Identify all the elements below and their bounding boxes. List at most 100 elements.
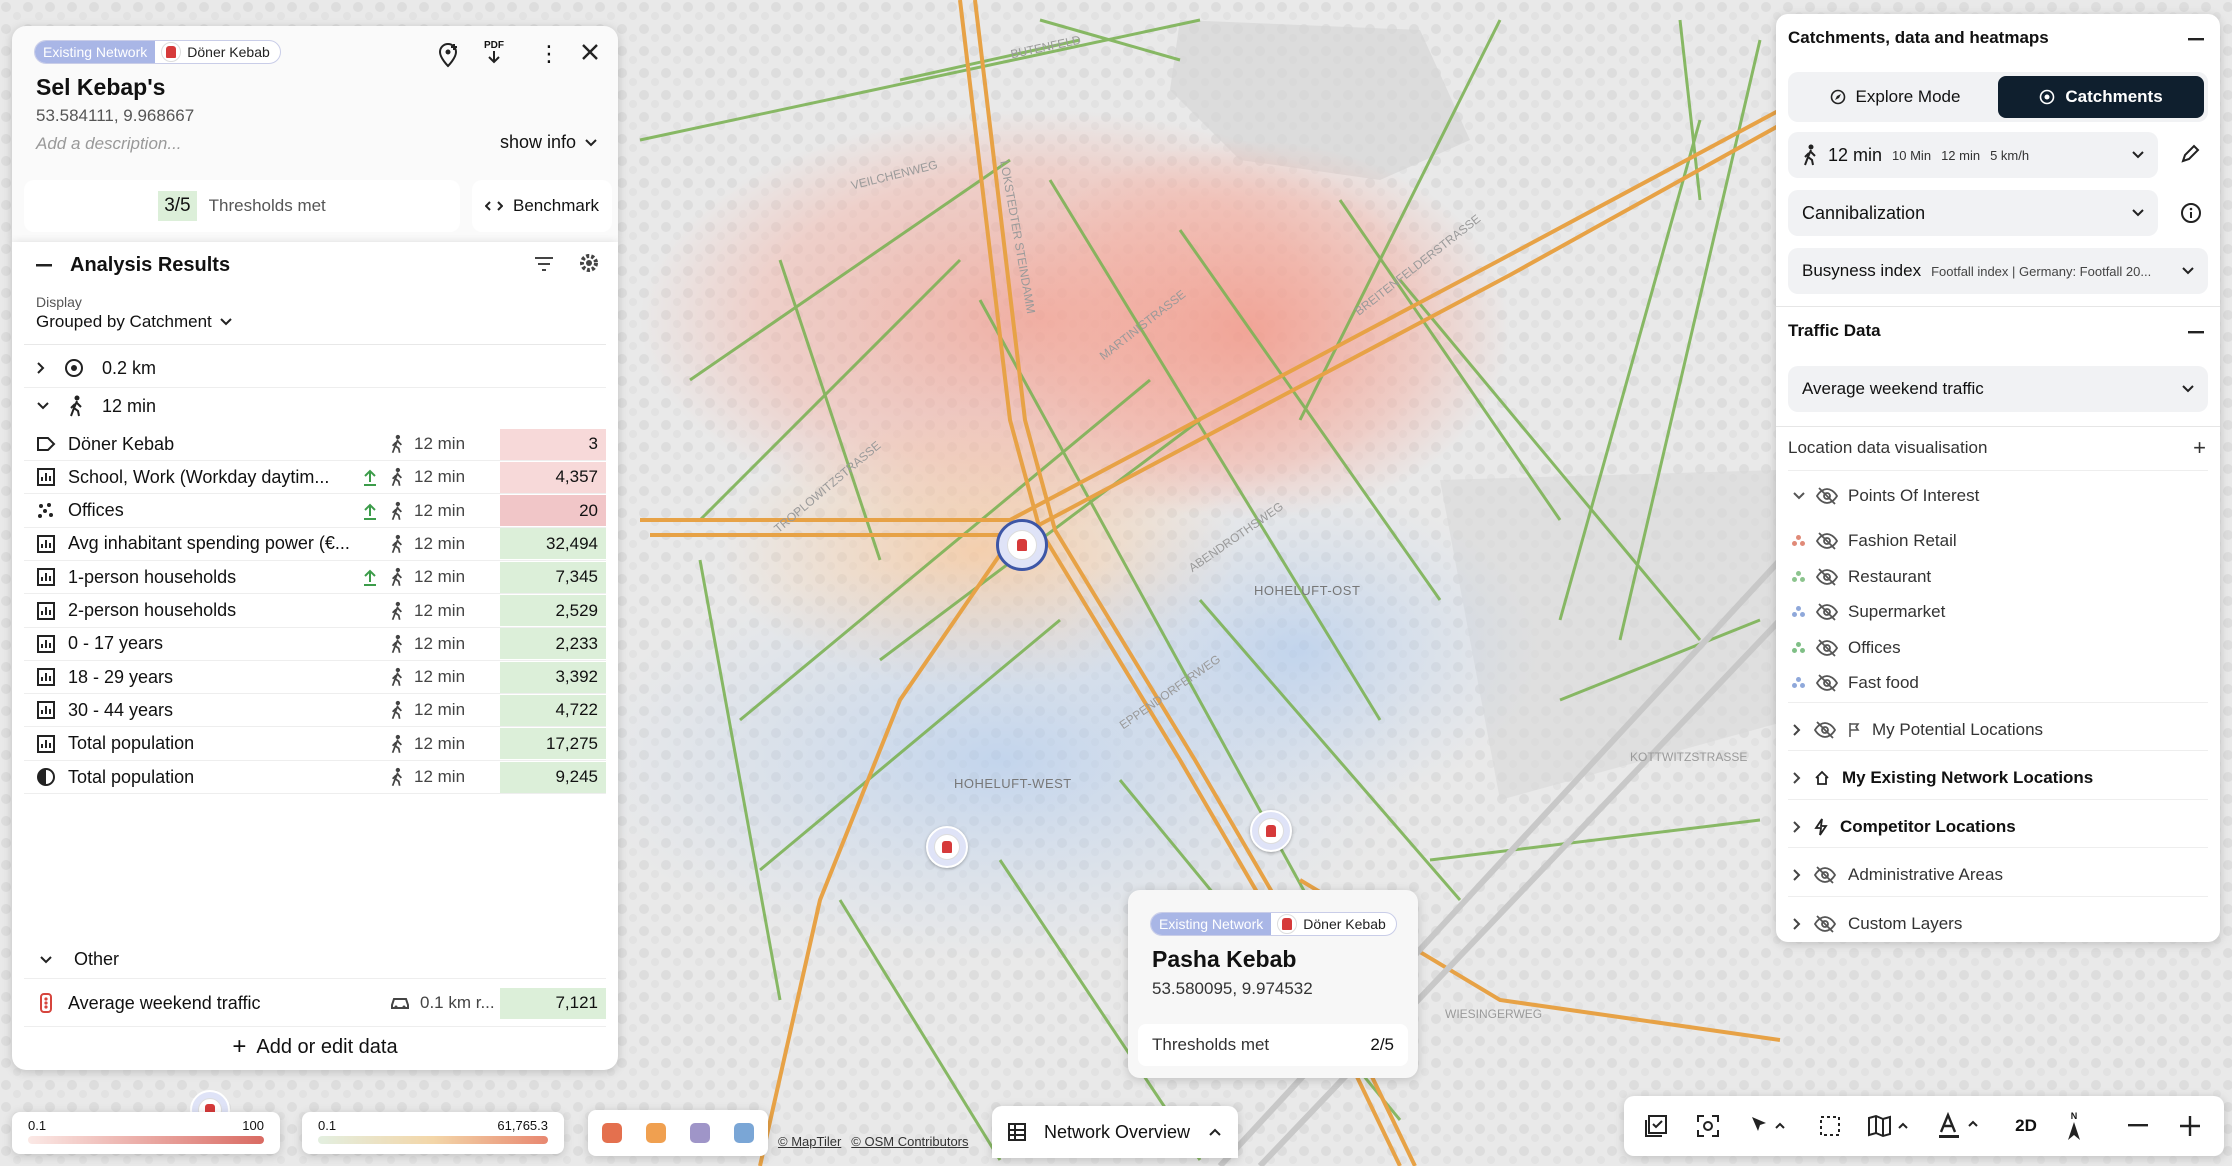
result-row[interactable]: 1-person households 12 min 7,345 (24, 561, 606, 595)
result-row[interactable]: Total population 12 min 17,275 (24, 728, 606, 761)
collapse-icon[interactable] (36, 263, 52, 268)
box-select-icon[interactable] (1814, 1110, 1846, 1142)
layer-group-toggle[interactable]: Administrative Areas (1792, 865, 2003, 885)
more-options-icon[interactable]: ⋮ (538, 43, 560, 65)
poi-item[interactable]: Offices (1792, 638, 1901, 658)
result-row[interactable]: 30 - 44 years 12 min 4,722 (24, 694, 606, 728)
attribution-osm[interactable]: © OSM Contributors (851, 1134, 968, 1149)
layer-group-toggle[interactable]: Competitor Locations (1792, 817, 2016, 837)
eye-off-icon[interactable] (1814, 915, 1836, 933)
chevron-right-icon (1793, 772, 1801, 784)
collapse-traffic-icon[interactable] (2188, 331, 2204, 334)
view-2d-toggle[interactable]: 2D (2006, 1110, 2046, 1142)
legend-color-swatch[interactable] (690, 1123, 710, 1143)
poi-item-label: Offices (1848, 637, 1901, 657)
layers-check-icon[interactable] (1640, 1110, 1672, 1142)
zoom-in-button[interactable] (2174, 1110, 2206, 1142)
eye-off-icon[interactable] (1816, 532, 1838, 550)
text-labels-icon[interactable] (1934, 1108, 1986, 1144)
layer-group-toggle[interactable]: My Potential Locations (1792, 720, 2043, 740)
add-visualisation-icon[interactable]: + (2193, 437, 2206, 459)
pdf-download-button[interactable]: PDF (484, 40, 504, 65)
display-select[interactable]: Grouped by Catchment (36, 312, 232, 332)
poi-item[interactable]: Supermarket (1792, 602, 1945, 622)
cannibalization-label: Cannibalization (1802, 202, 1926, 223)
eye-off-icon[interactable] (1816, 638, 1838, 657)
chevron-down-icon (2182, 267, 2194, 275)
eye-off-icon[interactable] (1814, 866, 1836, 884)
poi-item[interactable]: Restaurant (1792, 567, 1931, 587)
result-row[interactable]: Döner Kebab 12 min 3 (24, 428, 606, 461)
poi-item[interactable]: Fashion Retail (1792, 531, 1957, 551)
thresholds-button[interactable]: 3/5 Thresholds met (24, 180, 460, 232)
result-row[interactable]: Offices 12 min 20 (24, 495, 606, 528)
legend-color-swatch[interactable] (602, 1123, 622, 1143)
map-attribution[interactable]: © MapTiler © OSM Contributors (778, 1134, 969, 1149)
traffic-select[interactable]: Average weekend traffic (1788, 366, 2208, 412)
bar-chart-icon (24, 734, 68, 753)
result-row[interactable]: Avg inhabitant spending power (€... 12 mi… (24, 528, 606, 561)
result-value: 17,275 (500, 728, 606, 760)
info-icon[interactable] (2180, 202, 2202, 224)
legend-color-swatch[interactable] (734, 1123, 754, 1143)
layer-group-toggle[interactable]: Custom Layers (1792, 914, 1962, 934)
legend-swatches (588, 1110, 768, 1156)
zoom-out-button[interactable] (2122, 1110, 2154, 1142)
map-marker-sel-kebap[interactable] (996, 519, 1048, 571)
north-label: N (2070, 1111, 2078, 1121)
filter-icon[interactable] (534, 256, 554, 272)
description-input[interactable]: Add a description... (36, 134, 182, 154)
map-style-icon[interactable] (1864, 1110, 1914, 1142)
compass-north-icon[interactable]: N (2056, 1104, 2092, 1148)
eye-off-icon[interactable] (1816, 603, 1838, 621)
result-row[interactable]: School, Work (Workday daytim... 12 min 4,3… (24, 461, 606, 495)
map-marker-location[interactable] (926, 826, 968, 868)
result-row[interactable]: 18 - 29 years 12 min 3,392 (24, 661, 606, 695)
poi-item[interactable]: Fast food (1792, 673, 1919, 693)
cannibalization-select[interactable]: Cannibalization (1788, 190, 2158, 236)
explore-mode-button[interactable]: Explore Mode (1792, 87, 1998, 107)
eye-off-icon[interactable] (1816, 567, 1838, 586)
network-overview-button[interactable]: Network Overview (992, 1106, 1238, 1158)
location-pin-icon[interactable] (436, 42, 460, 68)
layer-group-toggle[interactable]: My Existing Network Locations (1792, 768, 2093, 788)
bar-chart-icon (24, 468, 68, 487)
eye-off-icon[interactable] (1816, 487, 1838, 505)
legend-color-swatch[interactable] (646, 1123, 666, 1143)
catchment-select[interactable]: 12 min 10 Min 12 min 5 km/h (1788, 132, 2158, 178)
result-row-average-weekend-traffic[interactable]: Average weekend traffic 0.1 km r... 7,12… (24, 980, 606, 1027)
bar-chart-icon (24, 634, 68, 653)
show-info-toggle[interactable]: show info (500, 132, 598, 153)
collapse-panel-icon[interactable] (2188, 38, 2204, 41)
doner-kebab-logo-icon (1277, 914, 1298, 934)
result-row[interactable]: Total population 12 min 9,245 (24, 761, 606, 794)
location-popup[interactable]: Existing Network Döner Kebab Pasha Kebab… (1128, 890, 1418, 1078)
catchments-mode-button[interactable]: Catchments (1998, 76, 2204, 118)
map-marker-pasha-kebab[interactable] (1250, 810, 1292, 852)
eye-off-icon[interactable] (1814, 721, 1836, 739)
focus-frame-icon[interactable] (1692, 1110, 1724, 1142)
car-icon (391, 998, 409, 1009)
busyness-select[interactable]: Busyness index Footfall index | Germany:… (1788, 248, 2208, 294)
add-or-edit-data-button[interactable]: + Add or edit data (24, 1028, 606, 1066)
attribution-maptiler[interactable]: © MapTiler (778, 1134, 841, 1149)
points-of-interest-toggle[interactable]: Points Of Interest (1792, 486, 1979, 506)
catchment-group-12min[interactable]: 12 min (36, 390, 156, 422)
traffic-light-icon (24, 993, 68, 1013)
walking-icon (391, 767, 402, 787)
other-group[interactable]: Other (24, 941, 606, 979)
benchmark-button[interactable]: Benchmark (472, 180, 612, 232)
poi-label: Points Of Interest (1848, 486, 1980, 505)
settings-gear-icon[interactable] (578, 252, 600, 274)
eye-off-icon[interactable] (1816, 674, 1838, 692)
catchment-group-0-2km[interactable]: 0.2 km (36, 352, 156, 384)
pointer-select-icon[interactable] (1744, 1110, 1792, 1142)
result-value: 7,345 (500, 561, 606, 593)
close-icon[interactable] (580, 42, 600, 62)
result-row[interactable]: 2-person households 12 min 2,529 (24, 595, 606, 628)
catchment-main: 12 min (1828, 144, 1883, 165)
doner-kebab-logo-icon (934, 834, 960, 860)
layer-label: Competitor Locations (1840, 817, 2016, 836)
result-row[interactable]: 0 - 17 years 12 min 2,233 (24, 628, 606, 661)
edit-pencil-icon[interactable] (2180, 144, 2200, 164)
